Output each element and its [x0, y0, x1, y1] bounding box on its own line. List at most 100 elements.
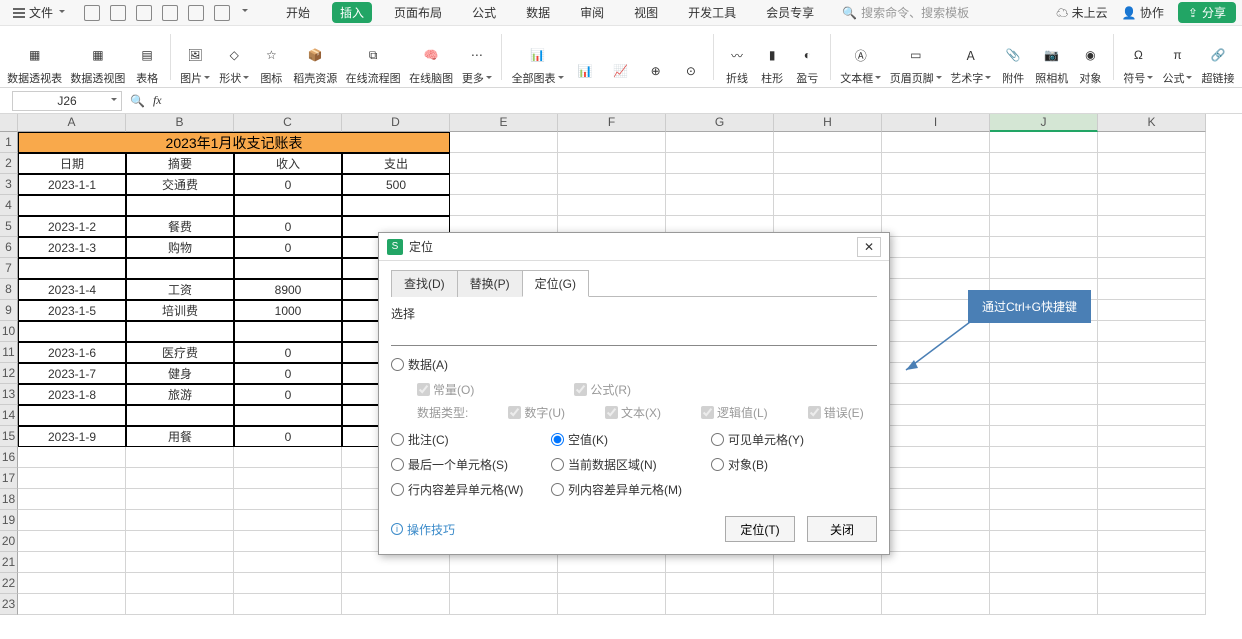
cell-A20[interactable] [18, 531, 126, 552]
row-header-7[interactable]: 7 [0, 258, 18, 279]
cell-F4[interactable] [558, 195, 666, 216]
ribbon-在线脑图[interactable]: 🧠在线脑图 [406, 30, 457, 86]
ribbon-表格[interactable]: ▤表格 [131, 30, 164, 86]
cell-I23[interactable] [882, 594, 990, 615]
radio-data[interactable]: 数据(A) [391, 356, 551, 373]
cell-I15[interactable] [882, 426, 990, 447]
cell-J19[interactable] [990, 510, 1098, 531]
ribbon-照相机[interactable]: 📷照相机 [1032, 30, 1072, 86]
cell-I3[interactable] [882, 174, 990, 195]
row-header-5[interactable]: 5 [0, 216, 18, 237]
row-header-21[interactable]: 21 [0, 552, 18, 573]
cell-A1[interactable]: 2023年1月收支记账表 [18, 132, 450, 153]
cell-A12[interactable]: 2023-1-7 [18, 363, 126, 384]
col-header-A[interactable]: A [18, 114, 126, 132]
col-header-F[interactable]: F [558, 114, 666, 132]
cell-A2[interactable]: 日期 [18, 153, 126, 174]
cell-J17[interactable] [990, 468, 1098, 489]
ribbon-图片[interactable]: 🖼图片 [177, 30, 214, 86]
chk-logic[interactable]: 逻辑值(L) [701, 404, 768, 421]
print-icon[interactable] [136, 5, 152, 21]
row-header-12[interactable]: 12 [0, 363, 18, 384]
cell-J20[interactable] [990, 531, 1098, 552]
cell-B5[interactable]: 餐费 [126, 216, 234, 237]
row-header-18[interactable]: 18 [0, 489, 18, 510]
cell-B10[interactable] [126, 321, 234, 342]
cell-J15[interactable] [990, 426, 1098, 447]
cell-B12[interactable]: 健身 [126, 363, 234, 384]
radio-region[interactable]: 当前数据区域(N) [551, 456, 711, 473]
cell-B21[interactable] [126, 552, 234, 573]
cell-K8[interactable] [1098, 279, 1206, 300]
ok-button[interactable]: 定位(T) [725, 516, 795, 542]
ribbon-柱形[interactable]: ▮柱形 [756, 30, 789, 86]
cell-B4[interactable] [126, 195, 234, 216]
cell-B13[interactable]: 旅游 [126, 384, 234, 405]
cell-K2[interactable] [1098, 153, 1206, 174]
cell-A8[interactable]: 2023-1-4 [18, 279, 126, 300]
cell-C15[interactable]: 0 [234, 426, 342, 447]
cell-C2[interactable]: 收入 [234, 153, 342, 174]
cell-A14[interactable] [18, 405, 126, 426]
cell-B7[interactable] [126, 258, 234, 279]
cell-I19[interactable] [882, 510, 990, 531]
cell-K16[interactable] [1098, 447, 1206, 468]
cell-F21[interactable] [558, 552, 666, 573]
cell-I21[interactable] [882, 552, 990, 573]
cell-C10[interactable] [234, 321, 342, 342]
cell-J3[interactable] [990, 174, 1098, 195]
cell-C22[interactable] [234, 573, 342, 594]
cell-I22[interactable] [882, 573, 990, 594]
chk-const[interactable]: 常量(O) [417, 381, 474, 398]
row-header-2[interactable]: 2 [0, 153, 18, 174]
cell-K1[interactable] [1098, 132, 1206, 153]
row-header-1[interactable]: 1 [0, 132, 18, 153]
cell-C12[interactable]: 0 [234, 363, 342, 384]
ribbon-文本框[interactable]: Ⓐ文本框 [837, 30, 885, 86]
col-header-H[interactable]: H [774, 114, 882, 132]
cell-E22[interactable] [450, 573, 558, 594]
cell-J16[interactable] [990, 447, 1098, 468]
cell-A21[interactable] [18, 552, 126, 573]
cell-I18[interactable] [882, 489, 990, 510]
cell-B19[interactable] [126, 510, 234, 531]
cell-C23[interactable] [234, 594, 342, 615]
cell-A10[interactable] [18, 321, 126, 342]
cell-C4[interactable] [234, 195, 342, 216]
cell-C3[interactable]: 0 [234, 174, 342, 195]
cell-J13[interactable] [990, 384, 1098, 405]
save-icon[interactable] [84, 5, 100, 21]
cell-A7[interactable] [18, 258, 126, 279]
cell-F1[interactable] [558, 132, 666, 153]
cell-J14[interactable] [990, 405, 1098, 426]
cell-E23[interactable] [450, 594, 558, 615]
cell-G22[interactable] [666, 573, 774, 594]
ribbon-chart-opt-11[interactable]: 📊 [569, 30, 602, 86]
tips-link[interactable]: i操作技巧 [391, 521, 455, 538]
ribbon-艺术字[interactable]: Ａ艺术字 [947, 30, 995, 86]
cell-B18[interactable] [126, 489, 234, 510]
cancel-button[interactable]: 关闭 [807, 516, 877, 542]
ribbon-tab-6[interactable]: 视图 [626, 2, 666, 23]
radio-comment[interactable]: 批注(C) [391, 431, 551, 448]
cell-H2[interactable] [774, 153, 882, 174]
cell-I17[interactable] [882, 468, 990, 489]
row-header-16[interactable]: 16 [0, 447, 18, 468]
cell-J6[interactable] [990, 237, 1098, 258]
cell-H1[interactable] [774, 132, 882, 153]
ribbon-附件[interactable]: 📎附件 [997, 30, 1030, 86]
cell-C21[interactable] [234, 552, 342, 573]
ribbon-tab-0[interactable]: 开始 [278, 2, 318, 23]
cell-K14[interactable] [1098, 405, 1206, 426]
cell-K5[interactable] [1098, 216, 1206, 237]
cell-J4[interactable] [990, 195, 1098, 216]
cell-J10[interactable] [990, 321, 1098, 342]
cell-J18[interactable] [990, 489, 1098, 510]
search-box[interactable]: 🔍 搜索命令、搜索模板 [842, 4, 969, 21]
dialog-titlebar[interactable]: S 定位 ✕ [379, 233, 889, 261]
ribbon-tab-7[interactable]: 开发工具 [680, 2, 744, 23]
ribbon-chart-opt-12[interactable]: 📈 [604, 30, 637, 86]
cell-I4[interactable] [882, 195, 990, 216]
cell-A9[interactable]: 2023-1-5 [18, 300, 126, 321]
cell-K18[interactable] [1098, 489, 1206, 510]
